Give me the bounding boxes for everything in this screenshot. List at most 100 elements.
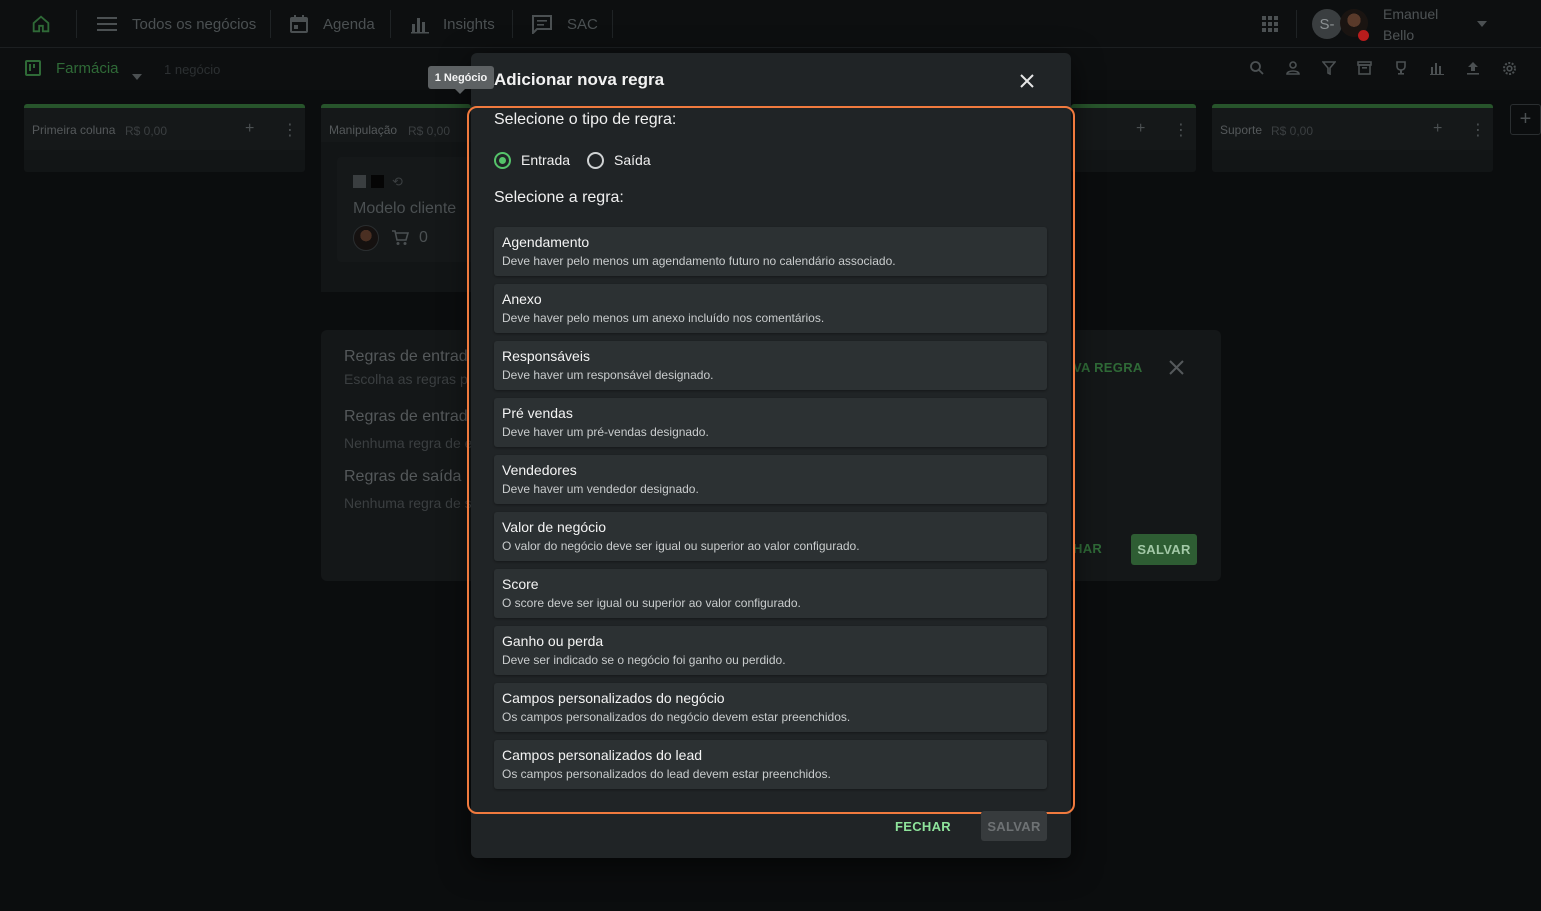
card-title: Modelo cliente	[353, 200, 457, 217]
nav-insights[interactable]: Insights	[410, 0, 495, 48]
column-header: Primeira coluna R$ 0,00 + ⋮	[24, 108, 305, 150]
new-rule-button[interactable]: VA REGRA	[1073, 360, 1143, 375]
plus-icon[interactable]: +	[245, 120, 254, 138]
tag-swatch	[353, 175, 366, 188]
tooltip-arrow	[455, 89, 465, 94]
rules-heading: Regras de entrad	[344, 348, 468, 365]
search-icon[interactable]	[1250, 61, 1264, 80]
filter-icon[interactable]	[1321, 61, 1337, 80]
user-name[interactable]: Emanuel Bello	[1383, 4, 1443, 46]
refresh-icon: ⟲	[392, 174, 403, 189]
plus-icon[interactable]: +	[1433, 120, 1442, 138]
radio-entrada[interactable]: Entrada	[494, 151, 570, 169]
close-icon[interactable]	[1014, 68, 1040, 94]
nav-label: SAC	[567, 15, 598, 33]
rule-type-label: Selecione o tipo de regra:	[494, 111, 677, 128]
column-header: + ⋮	[1071, 108, 1196, 150]
rule-description: Os campos personalizados do lead devem e…	[502, 767, 831, 781]
avatar	[353, 225, 379, 251]
column-title: Suporte	[1220, 123, 1263, 137]
rule-title: Ganho ou perda	[502, 633, 604, 649]
rules-heading: Regras de saída	[344, 468, 462, 485]
rule-description: Os campos personalizados do negócio deve…	[502, 710, 851, 724]
radio-saida[interactable]: Saída	[587, 151, 651, 169]
chevron-down-icon[interactable]	[132, 67, 142, 85]
nav-agenda[interactable]: Agenda	[289, 0, 375, 48]
plus-icon[interactable]: +	[1136, 120, 1145, 138]
person-icon[interactable]	[1286, 61, 1300, 80]
nav-label: Insights	[443, 15, 495, 33]
rule-description: Deve haver um vendedor designado.	[502, 482, 699, 496]
rule-option-ganho-perda[interactable]: Ganho ou perda Deve ser indicado se o ne…	[494, 626, 1047, 675]
close-button[interactable]: FECHAR	[886, 811, 960, 841]
column-amount: R$ 0,00	[1271, 124, 1314, 138]
avatar[interactable]: S-	[1312, 9, 1342, 39]
column-title: Primeira coluna	[32, 123, 116, 137]
more-vertical-icon[interactable]: ⋮	[1173, 120, 1189, 140]
archive-icon[interactable]	[1357, 61, 1372, 80]
rule-title: Responsáveis	[502, 348, 590, 364]
radio-label: Saída	[614, 152, 651, 168]
gear-icon[interactable]	[1502, 61, 1517, 81]
rule-select-label: Selecione a regra:	[494, 189, 624, 206]
rule-option-anexo[interactable]: Anexo Deve haver pelo menos um anexo inc…	[494, 284, 1047, 333]
rules-subtext: Escolha as regras p	[344, 371, 468, 387]
rule-option-campos-negocio[interactable]: Campos personalizados do negócio Os camp…	[494, 683, 1047, 732]
tag-swatch	[371, 175, 384, 188]
column-header: Suporte R$ 0,00 + ⋮	[1212, 108, 1493, 150]
card-count: 0	[419, 229, 428, 246]
rule-option-valor-negocio[interactable]: Valor de negócio O valor do negócio deve…	[494, 512, 1047, 561]
column-amount: R$ 0,00	[408, 124, 451, 138]
rule-option-vendedores[interactable]: Vendedores Deve haver um vendedor design…	[494, 455, 1047, 504]
close-icon[interactable]	[1168, 359, 1185, 381]
radio-checked-icon[interactable]	[494, 151, 511, 169]
rule-option-pre-vendas[interactable]: Pré vendas Deve haver um pré-vendas desi…	[494, 398, 1047, 447]
chevron-down-icon[interactable]	[1477, 0, 1487, 48]
rule-option-agendamento[interactable]: Agendamento Deve haver pelo menos um age…	[494, 227, 1047, 276]
trophy-icon[interactable]	[1394, 61, 1408, 80]
board-column: Suporte R$ 0,00 + ⋮	[1212, 104, 1493, 172]
upload-icon[interactable]	[1466, 61, 1480, 80]
more-vertical-icon[interactable]: ⋮	[282, 120, 298, 140]
rule-title: Campos personalizados do lead	[502, 747, 703, 763]
home-icon[interactable]	[30, 0, 52, 48]
rules-subtext: Nenhuma regra de e	[344, 435, 473, 451]
rule-option-campos-lead[interactable]: Campos personalizados do lead Os campos …	[494, 740, 1047, 789]
more-vertical-icon[interactable]: ⋮	[1470, 120, 1486, 140]
rule-type-radio-group: Entrada Saída	[494, 148, 668, 172]
rule-option-responsaveis[interactable]: Responsáveis Deve haver um responsável d…	[494, 341, 1047, 390]
nav-all-deals[interactable]: Todos os negócios	[96, 0, 256, 48]
tooltip: 1 Negócio	[428, 66, 494, 89]
rule-title: Pré vendas	[502, 405, 573, 421]
rules-heading: Regras de entrad	[344, 408, 468, 425]
rules-list: Agendamento Deve haver pelo menos um age…	[494, 227, 1047, 797]
rules-subtext: Nenhuma regra de s	[344, 495, 472, 511]
nav-label: Todos os negócios	[132, 15, 257, 33]
rule-title: Anexo	[502, 291, 542, 307]
deal-count: 1 negócio	[164, 62, 221, 77]
rule-title: Score	[502, 576, 539, 592]
dialog-title: Adicionar nova regra	[494, 70, 665, 89]
rule-description: O valor do negócio deve ser igual ou sup…	[502, 539, 860, 553]
column-amount: R$ 0,00	[125, 124, 168, 138]
board-column: + ⋮	[1071, 104, 1196, 172]
save-button[interactable]: SALVAR	[981, 811, 1047, 841]
rule-option-score[interactable]: Score O score deve ser igual ou superior…	[494, 569, 1047, 618]
bar-chart-icon[interactable]	[1430, 61, 1444, 80]
close-button[interactable]: HAR	[1073, 541, 1102, 556]
apps-grid-icon[interactable]	[1261, 0, 1279, 48]
nav-sac[interactable]: SAC	[531, 0, 598, 48]
menu-icon	[96, 15, 118, 33]
rule-description: Deve haver um responsável designado.	[502, 368, 714, 382]
rule-title: Agendamento	[502, 234, 590, 250]
save-button[interactable]: SALVAR	[1131, 534, 1197, 565]
top-bar: Todos os negócios Agenda Insights SAC S-…	[0, 0, 1541, 48]
rule-title: Vendedores	[502, 462, 577, 478]
add-column-button[interactable]: +	[1510, 104, 1541, 135]
radio-unchecked-icon[interactable]	[587, 151, 605, 169]
chat-icon	[531, 14, 553, 34]
rule-description: Deve haver pelo menos um anexo incluído …	[502, 311, 825, 325]
kanban-icon	[25, 60, 41, 81]
pipeline-selector[interactable]: Farmácia	[56, 60, 119, 77]
status-badge	[1358, 30, 1369, 41]
